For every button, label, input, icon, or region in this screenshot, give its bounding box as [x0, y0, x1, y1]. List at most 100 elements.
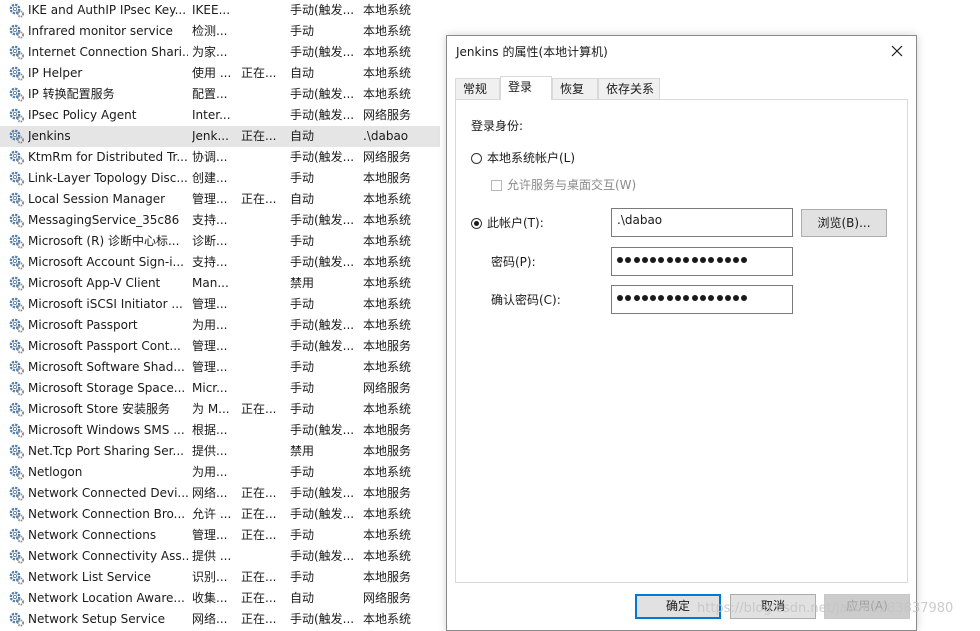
- apply-button[interactable]: 应用(A): [824, 594, 910, 619]
- cancel-button[interactable]: 取消: [730, 594, 816, 619]
- local-system-radio[interactable]: [471, 153, 482, 164]
- tab-logon[interactable]: 登录: [500, 76, 552, 100]
- service-row[interactable]: Microsoft Store 安装服务 为 M... 正在... 手动 本地系统: [0, 399, 440, 420]
- password-field[interactable]: [611, 247, 793, 276]
- service-row[interactable]: Microsoft iSCSI Initiator ... 管理... 手动 本地系统: [0, 294, 440, 315]
- account-field[interactable]: .\dabao: [611, 208, 793, 237]
- service-row[interactable]: Netlogon 为用... 手动 本地系统: [0, 462, 440, 483]
- service-startup-type: 手动(触发...: [290, 486, 355, 500]
- service-gear-icon: [9, 504, 25, 525]
- browse-button[interactable]: 浏览(B)...: [801, 209, 887, 237]
- service-row[interactable]: IKE and AuthIP IPsec Key... IKEE... 手动(触发.…: [0, 0, 440, 21]
- service-row[interactable]: Internet Connection Shari... 为家... 手动(触发..…: [0, 42, 440, 63]
- password-mask-dot: [658, 257, 665, 263]
- password-mask-dot: [699, 295, 706, 301]
- service-row[interactable]: Network Location Aware... 收集... 正在... 自动 网络服…: [0, 588, 440, 609]
- service-logon-as: 本地系统: [363, 213, 412, 227]
- ok-button[interactable]: 确定: [635, 594, 721, 619]
- service-description: 管理...: [192, 528, 228, 542]
- service-gear-icon: [9, 336, 25, 357]
- service-name: Jenkins: [28, 129, 71, 143]
- service-gear-icon: [9, 462, 25, 483]
- services-list[interactable]: IKE and AuthIP IPsec Key... IKEE... 手动(触发.…: [0, 0, 440, 631]
- tab-general[interactable]: 常规: [455, 78, 500, 99]
- this-account-radio[interactable]: [471, 218, 482, 229]
- service-logon-as: 本地系统: [363, 402, 412, 416]
- password-mask-dot: [641, 295, 648, 301]
- service-row[interactable]: Microsoft Passport 为用... 手动(触发... 本地系统: [0, 315, 440, 336]
- service-row[interactable]: IP Helper 使用 ... 正在... 自动 本地系统: [0, 63, 440, 84]
- password-mask-dot: [741, 295, 748, 301]
- service-description: 为用...: [192, 318, 228, 332]
- service-description: 检测...: [192, 24, 228, 38]
- service-logon-as: 本地系统: [363, 612, 412, 626]
- password-mask-dot: [625, 295, 632, 301]
- service-row[interactable]: Network Connectivity Ass... 提供 ... 手动(触发..…: [0, 546, 440, 567]
- service-row[interactable]: Microsoft (R) 诊断中心标... 诊断... 手动 本地系统: [0, 231, 440, 252]
- service-row[interactable]: Network Connections 管理... 正在... 手动 本地系统: [0, 525, 440, 546]
- service-startup-type: 手动: [290, 171, 315, 185]
- service-row[interactable]: Microsoft Storage Space... Micr... 手动 网络服务: [0, 378, 440, 399]
- local-system-label[interactable]: 本地系统帐户(L): [487, 150, 575, 166]
- close-button[interactable]: [880, 37, 914, 65]
- tab-dependencies[interactable]: 依存关系: [598, 78, 660, 99]
- service-row[interactable]: Network Setup Service 网络... 正在... 手动(触发... 本…: [0, 609, 440, 630]
- tab-recovery[interactable]: 恢复: [552, 78, 598, 99]
- service-name: IP 转换配置服务: [28, 87, 115, 101]
- service-logon-as: 本地服务: [363, 444, 412, 458]
- service-row[interactable]: Microsoft Software Shad... 管理... 手动 本地系统: [0, 357, 440, 378]
- service-gear-icon: [9, 483, 25, 504]
- service-description: 提供...: [192, 444, 228, 458]
- confirm-password-mask: [617, 295, 750, 305]
- service-status: 正在...: [241, 129, 277, 143]
- service-name: Microsoft Storage Space...: [28, 381, 186, 395]
- password-mask-dot: [716, 295, 723, 301]
- service-row[interactable]: Jenkins Jenk... 正在... 自动 .\dabao: [0, 126, 440, 147]
- service-startup-type: 手动: [290, 360, 315, 374]
- service-row[interactable]: Net.Tcp Port Sharing Ser... 提供... 禁用 本地服务: [0, 441, 440, 462]
- service-row[interactable]: MessagingService_35c86 支持... 手动(触发... 本地系统: [0, 210, 440, 231]
- service-description: 允许 ...: [192, 507, 232, 521]
- service-row[interactable]: Microsoft Windows SMS ... 根据... 手动(触发... 本地…: [0, 420, 440, 441]
- properties-dialog: Jenkins 的属性(本地计算机) 常规 登录 恢复 依存关系 登录身份: 本…: [446, 35, 917, 631]
- service-row[interactable]: Local Session Manager 管理... 正在... 自动 本地系统: [0, 189, 440, 210]
- confirm-password-field[interactable]: [611, 285, 793, 314]
- service-description: 管理...: [192, 297, 228, 311]
- service-gear-icon: [9, 168, 25, 189]
- service-description: 诊断...: [192, 234, 228, 248]
- service-name: Local Session Manager: [28, 192, 166, 206]
- service-gear-icon: [9, 63, 25, 84]
- service-logon-as: 本地系统: [363, 465, 412, 479]
- this-account-label[interactable]: 此帐户(T):: [487, 215, 544, 231]
- service-startup-type: 手动: [290, 528, 315, 542]
- service-row[interactable]: Microsoft Account Sign-i... 支持... 手动(触发...…: [0, 252, 440, 273]
- service-name: KtmRm for Distributed Tr...: [28, 150, 188, 164]
- service-startup-type: 禁用: [290, 276, 315, 290]
- service-row[interactable]: Network Connected Devi... 网络... 正在... 手动(触发…: [0, 483, 440, 504]
- service-name: Network Connectivity Ass...: [28, 549, 188, 563]
- service-row[interactable]: IPsec Policy Agent Inter... 手动(触发... 网络服务: [0, 105, 440, 126]
- service-row[interactable]: Infrared monitor service 检测... 手动 本地系统: [0, 21, 440, 42]
- password-mask-dot: [733, 257, 740, 263]
- service-row[interactable]: Link-Layer Topology Disc... 创建... 手动 本地服务: [0, 168, 440, 189]
- password-mask-dot: [666, 257, 673, 263]
- service-name: Network Connected Devi...: [28, 486, 188, 500]
- service-startup-type: 手动(触发...: [290, 318, 355, 332]
- service-row[interactable]: Network Connection Bro... 允许 ... 正在... 手动(触…: [0, 504, 440, 525]
- service-startup-type: 手动(触发...: [290, 45, 355, 59]
- service-row[interactable]: Network List Service 识别... 正在... 手动 本地服务: [0, 567, 440, 588]
- service-row[interactable]: KtmRm for Distributed Tr... 协调... 手动(触发...…: [0, 147, 440, 168]
- password-mask-dot: [675, 257, 682, 263]
- service-row[interactable]: IP 转换配置服务 配置... 手动(触发... 本地系统: [0, 84, 440, 105]
- service-logon-as: 本地系统: [363, 234, 412, 248]
- service-name: Infrared monitor service: [28, 24, 173, 38]
- service-logon-as: 本地系统: [363, 192, 412, 206]
- service-row[interactable]: Microsoft Passport Cont... 管理... 手动(触发... 本…: [0, 336, 440, 357]
- service-startup-type: 手动: [290, 381, 315, 395]
- password-mask-dot: [617, 257, 623, 263]
- service-gear-icon: [9, 273, 25, 294]
- interact-desktop-checkbox[interactable]: [491, 180, 502, 191]
- password-mask-dot: [641, 257, 648, 263]
- service-row[interactable]: Microsoft App-V Client Man... 禁用 本地系统: [0, 273, 440, 294]
- service-logon-as: 本地系统: [363, 318, 412, 332]
